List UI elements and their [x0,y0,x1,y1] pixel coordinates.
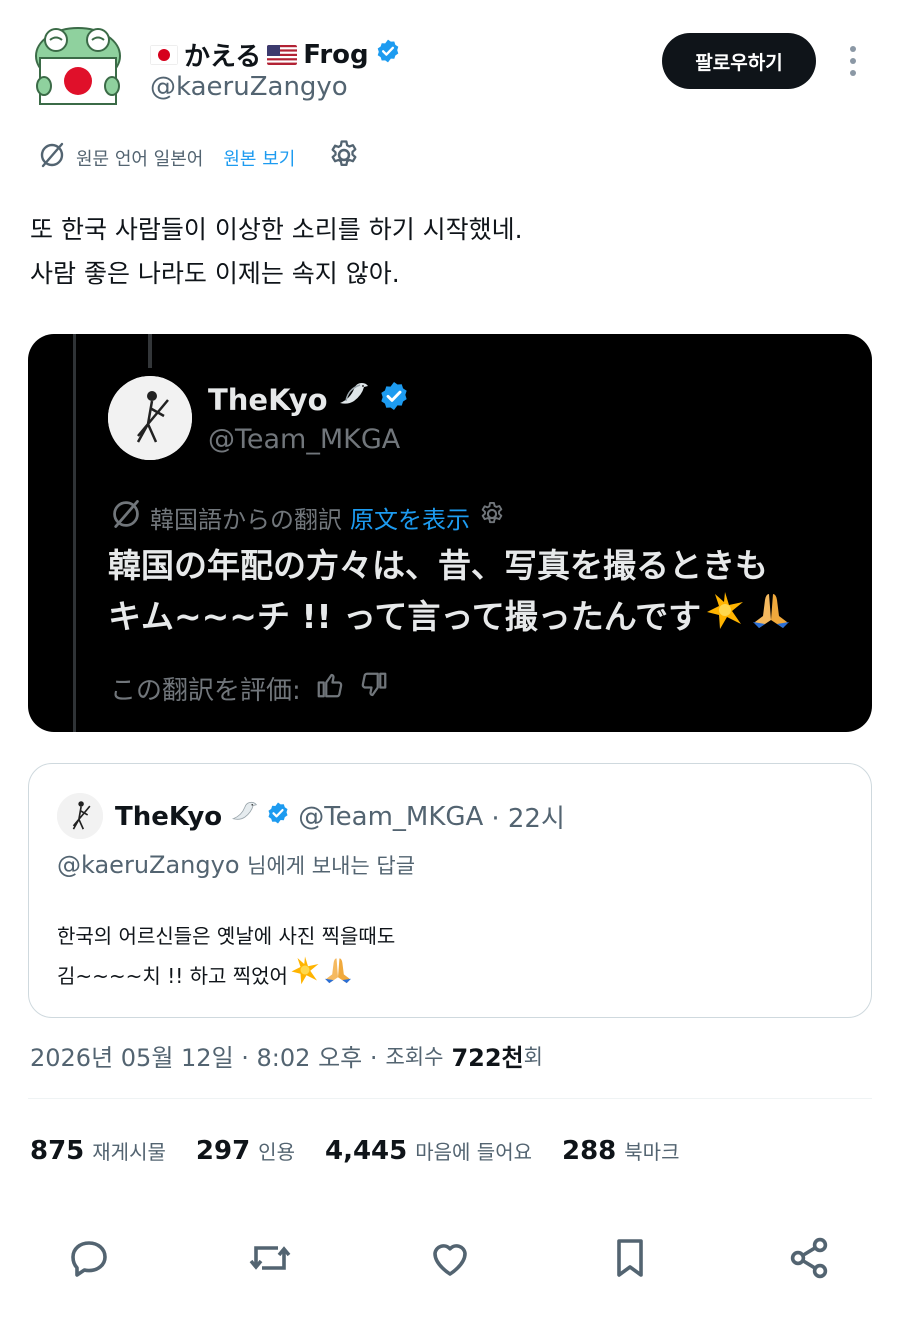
tweet-meta: 2026년 05월 12일 · 8:02 오후 · 조회수 722천 회 [30,1038,543,1073]
japan-flag-icon [150,40,178,70]
quote-avatar[interactable] [57,793,103,839]
quote-reply-handle[interactable]: @kaeruZangyo [57,851,240,879]
author-name[interactable]: かえる Frog [150,36,401,73]
stat-label: 마음에 들어요 [415,1140,532,1164]
stat-label: 재게시물 [92,1140,166,1164]
translate-icon [38,141,66,174]
media-rate-label: この翻訳を評価: [110,676,301,706]
stat-quotes[interactable]: 297 인용 [196,1136,295,1166]
gear-icon[interactable] [327,138,361,177]
stat-num: 4,445 [324,1136,408,1166]
praying-hands-emoji [749,590,793,643]
like-icon[interactable] [422,1230,478,1286]
media-text: 韓国の年配の方々は、昔、写真を撮るときも キム~~~チ !! って言って撮ったん… [108,542,793,643]
tweet-text-line: 또 한국 사람들이 이상한 소리를 하기 시작했네. [30,215,523,244]
verified-badge-icon [378,380,410,419]
media-text-line: キム~~~チ !! って言って撮ったんです [108,596,702,636]
stat-label: 인용 [258,1140,295,1164]
quote-header: TheKyo @Team_MKGA · 22시 [115,798,565,835]
media-text-line: 韓国の年配の方々は、昔、写真を撮るときも [108,546,768,585]
media-translation-bar: 韓国語からの翻訳 原文を表示 [110,498,506,536]
quote-author-handle[interactable]: @Team_MKGA [298,802,483,832]
media-name: TheKyo [208,380,410,419]
show-original-link[interactable]: 원본 보기 [223,145,295,171]
sparkle-emoji [290,955,320,997]
media-rate-translation: この翻訳を評価: [110,670,389,707]
verified-badge-icon [266,801,290,832]
translation-source: 원문 언어 일본어 [76,148,204,170]
media-name-text: TheKyo [208,382,328,417]
views-label: 조회수 [385,1044,444,1069]
stat-num: 875 [30,1136,85,1166]
quote-text-line: 김~~~~치 !! 하고 찍었어 [57,963,288,988]
media-thread-line [148,334,152,368]
divider [28,1098,872,1099]
bookmark-icon[interactable] [602,1230,658,1286]
stat-label: 북마크 [624,1140,680,1164]
verified-badge-icon [375,38,401,71]
views-count: 722천 [451,1044,524,1072]
author-name-jp: かえる [184,42,262,72]
author-avatar[interactable] [30,26,126,108]
tweet-media-image[interactable]: TheKyo @Team_MKGA 韓国語からの翻訳 原文を表示 韓国の年配の方… [28,334,872,732]
engagement-stats: 875 재게시물 297 인용 4,445 마음에 들어요 288 북마크 [30,1136,709,1166]
author-name-en: Frog [303,39,369,70]
media-handle: @Team_MKGA [208,424,401,455]
author-handle[interactable]: @kaeruZangyo [150,72,348,102]
tweet-datetime[interactable]: 2026년 05월 12일 · 8:02 오후 · [30,1038,377,1073]
dove-emoji [336,381,370,418]
dove-emoji [230,800,258,833]
stat-reposts[interactable]: 875 재게시물 [30,1136,166,1166]
follow-button[interactable]: 팔로우하기 [662,33,816,89]
quote-text: 한국의 어르신들은 옛날에 사진 찍을때도 김~~~~치 !! 하고 찍었어 [57,918,395,997]
reply-icon[interactable] [61,1230,117,1286]
media-show-original: 原文を表示 [350,505,470,534]
media-translation-source: 韓国語からの翻訳 [150,505,342,534]
quote-reply-suffix: 님에게 보내는 답글 [247,854,416,878]
tweet-text: 또 한국 사람들이 이상한 소리를 하기 시작했네. 사람 좋은 나라도 이제는… [30,208,523,296]
us-flag-icon [267,40,298,70]
quoted-tweet[interactable]: TheKyo @Team_MKGA · 22시 @kaeruZangyo 님에게… [28,763,872,1018]
stat-bookmarks[interactable]: 288 북마크 [562,1136,679,1166]
quote-text-line: 한국의 어르신들은 옛날에 사진 찍을때도 [57,924,396,948]
translate-icon [110,498,142,536]
praying-hands-emoji [322,955,354,997]
action-bar [0,1230,900,1286]
thumbs-up-icon [315,670,345,707]
media-avatar [108,376,192,460]
stat-num: 297 [195,1136,251,1166]
repost-icon[interactable] [242,1230,298,1286]
tweet-text-line: 사람 좋은 나라도 이제는 속지 않아. [30,259,400,288]
quote-time: · 22시 [491,804,565,834]
gear-icon [478,500,506,534]
translation-bar: 원문 언어 일본어 원본 보기 [38,138,361,177]
thumbs-down-icon [359,670,389,707]
quote-author-name[interactable]: TheKyo [115,802,222,832]
views-suffix: 회 [523,1044,543,1069]
stat-num: 288 [562,1136,617,1166]
stat-likes[interactable]: 4,445 마음에 들어요 [325,1136,532,1166]
share-icon[interactable] [781,1230,837,1286]
media-left-border [73,334,76,732]
quote-reply-to: @kaeruZangyo 님에게 보내는 답글 [57,850,415,880]
more-icon[interactable] [838,44,868,78]
sparkle-emoji [705,590,745,643]
